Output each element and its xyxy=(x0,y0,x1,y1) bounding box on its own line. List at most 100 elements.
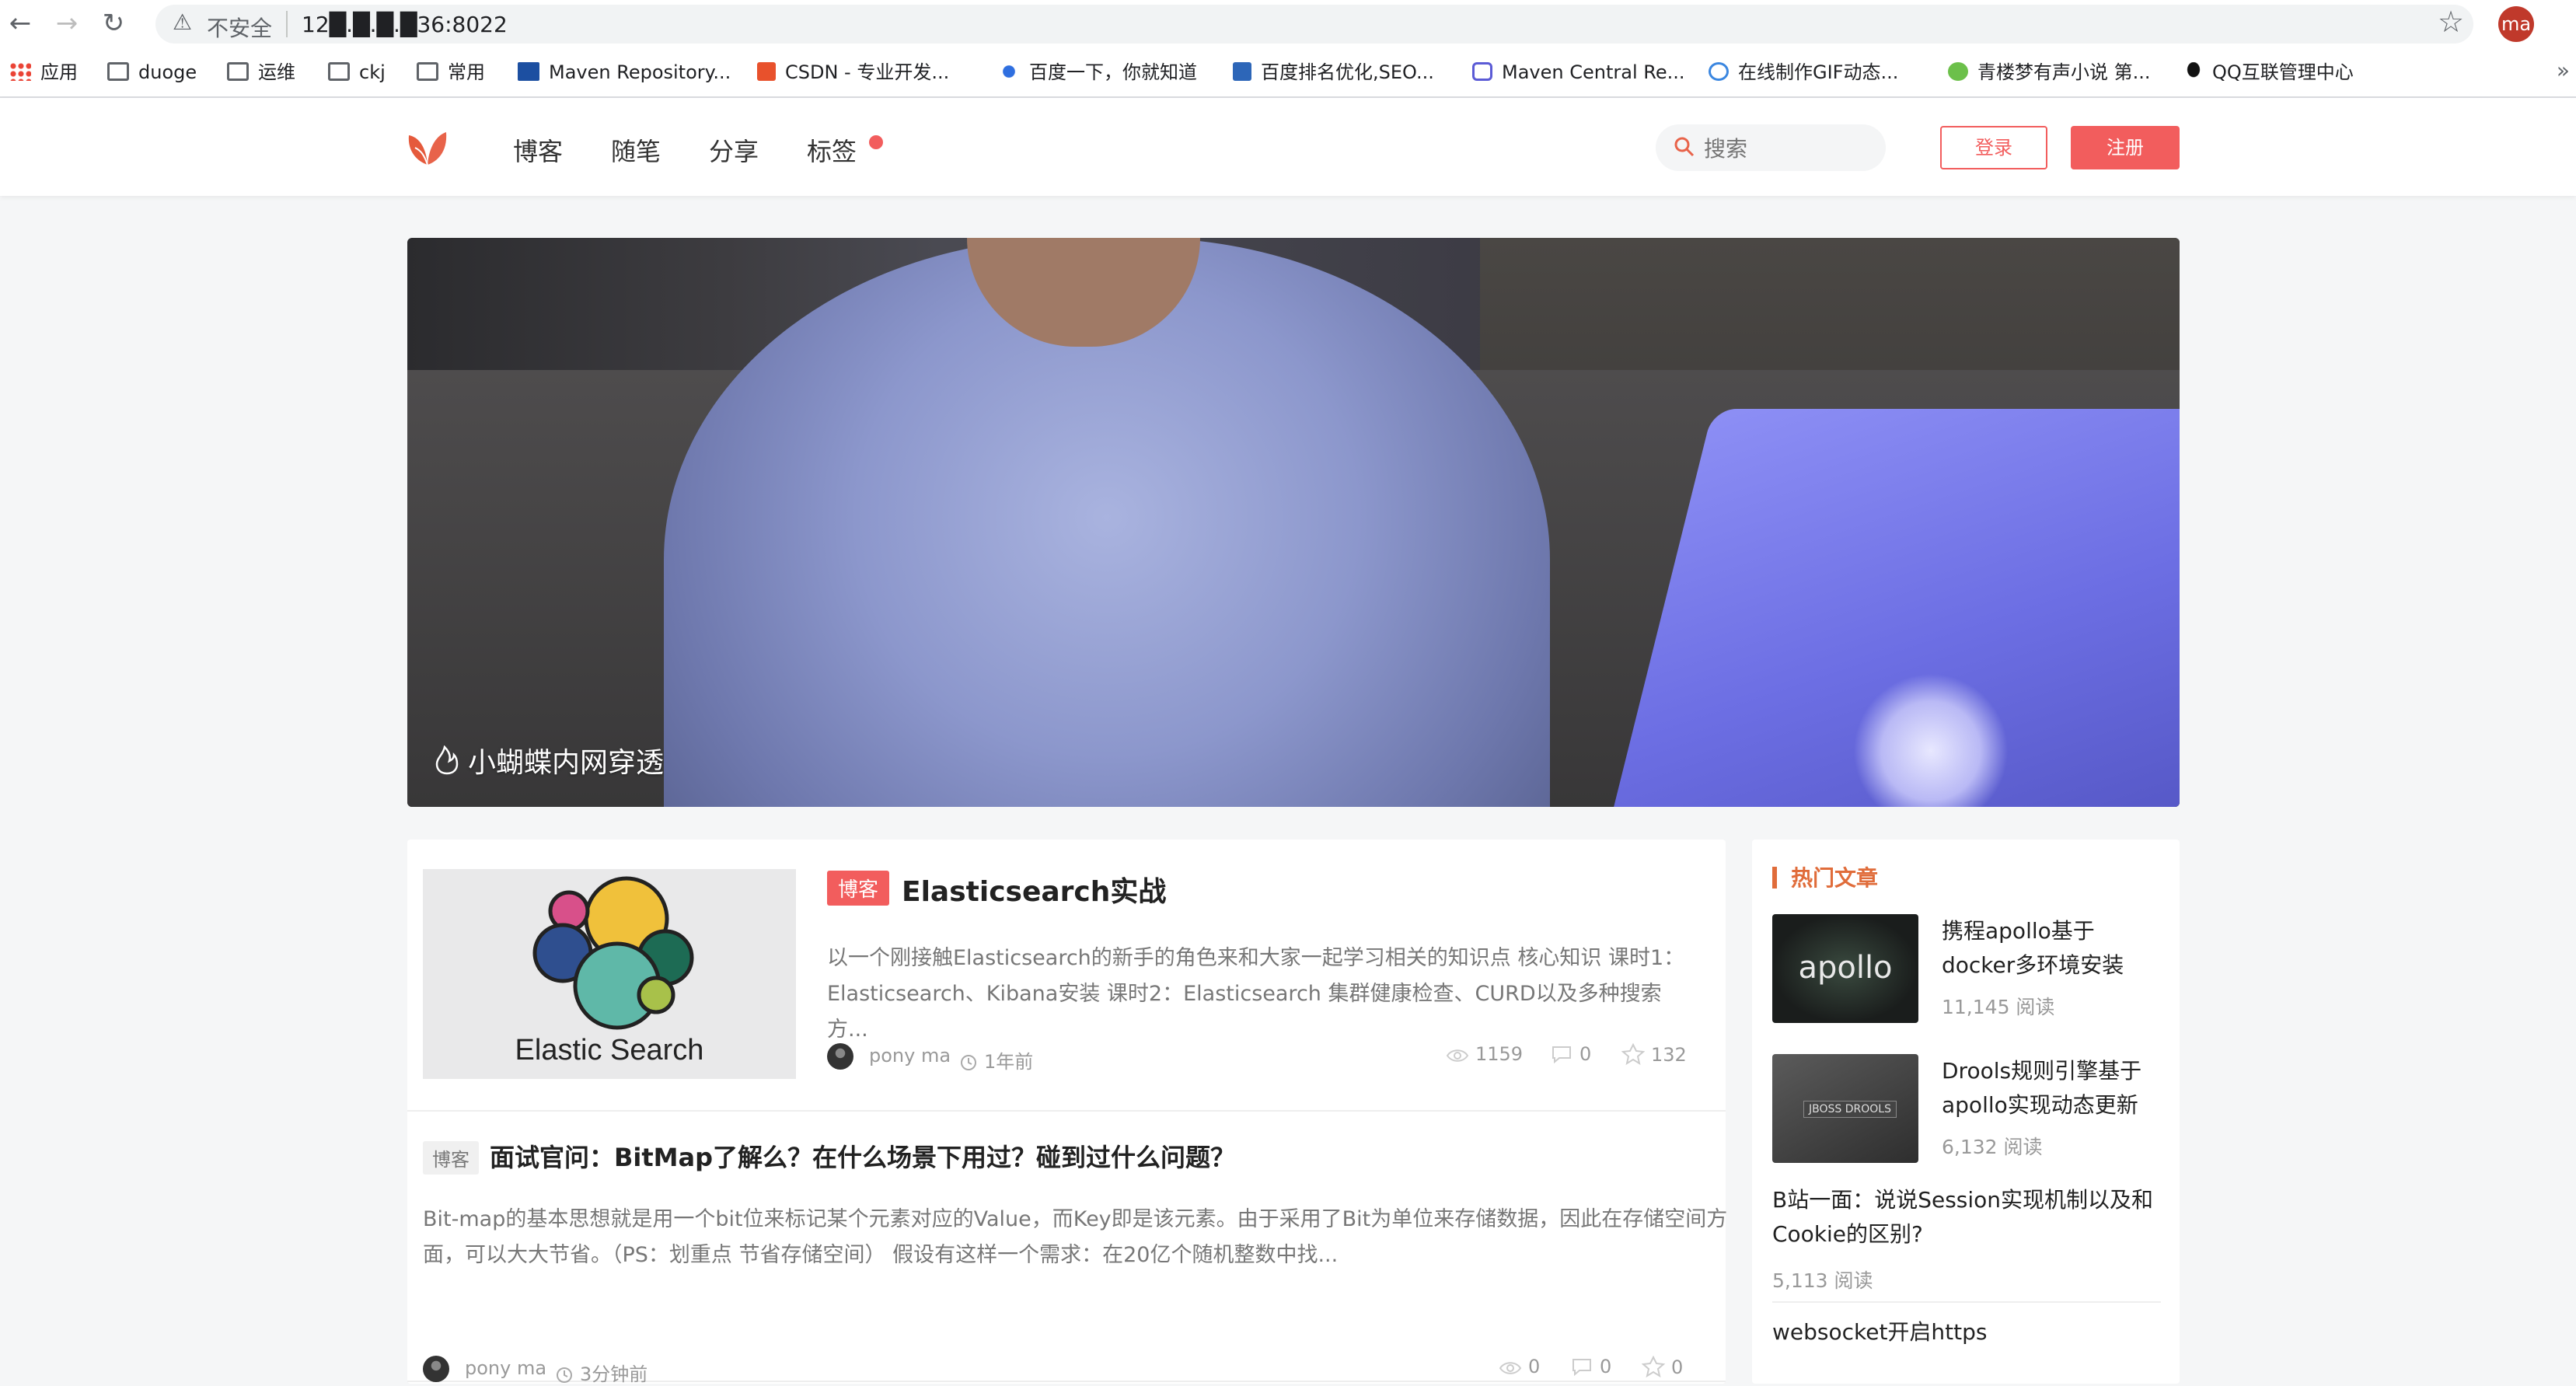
thumbnail-caption: apollo xyxy=(1798,950,1893,986)
clock-icon xyxy=(557,1367,572,1383)
hot-article-reads: 5,113 阅读 xyxy=(1772,1269,1873,1292)
reload-icon[interactable]: ↻ xyxy=(98,8,129,39)
bookmark-folder-ckj[interactable]: ckj xyxy=(328,59,386,86)
butterfly-logo-icon[interactable] xyxy=(404,124,451,171)
bookmark-qq-connect[interactable]: QQ互联管理中心 xyxy=(2184,59,2354,86)
article-list: Elastic Search 博客 Elasticsearch实战 以一个刚接触… xyxy=(407,840,1728,1385)
nav-blog[interactable]: 博客 xyxy=(513,132,563,168)
author-name: pony ma xyxy=(465,1357,547,1379)
comment-count[interactable]: 0 xyxy=(1570,1356,1611,1377)
folder-icon xyxy=(227,62,249,81)
article-title[interactable]: 面试官问：BitMap了解么？在什么场景下用过？碰到过什么问题？ xyxy=(490,1138,1235,1174)
search-icon xyxy=(1674,137,1695,157)
view-count-text: 1159 xyxy=(1475,1043,1524,1065)
hero-caption[interactable]: 小蝴蝶内网穿透 xyxy=(434,740,664,780)
hot-article-item[interactable]: apollo 携程apollo基于docker多环境安装 11,145 阅读 xyxy=(1772,914,2153,1025)
list-item[interactable]: Elastic Search 博客 Elasticsearch实战 以一个刚接触… xyxy=(407,840,1726,1112)
like-count[interactable]: 0 xyxy=(1642,1356,1683,1378)
comment-count-text: 0 xyxy=(1579,1043,1592,1065)
article-time: 3分钟前 xyxy=(555,1359,647,1386)
bookmark-label: CSDN - 专业开发... xyxy=(785,61,950,83)
nav-tags[interactable]: 标签 xyxy=(807,132,857,168)
hot-article-title[interactable]: 携程apollo基于docker多环境安装 xyxy=(1942,914,2159,983)
bookmark-label: 百度排名优化,SEO... xyxy=(1261,61,1434,83)
search-box[interactable] xyxy=(1656,124,1886,171)
bookmark-maven-central[interactable]: Maven Central Re... xyxy=(1472,59,1685,86)
view-count: 0 xyxy=(1499,1356,1540,1377)
hot-article-title[interactable]: websocket开启https xyxy=(1772,1315,2161,1349)
address-divider xyxy=(286,11,288,37)
hero-banner[interactable]: 小蝴蝶内网穿透 xyxy=(407,238,2180,807)
bookmark-label: ckj xyxy=(359,61,386,83)
login-button[interactable]: 登录 xyxy=(1940,126,2047,169)
hot-articles-panel: 热门文章 apollo 携程apollo基于docker多环境安装 11,145… xyxy=(1752,840,2180,1384)
back-arrow-icon[interactable]: ← xyxy=(5,8,36,39)
article-author[interactable]: pony ma xyxy=(827,1043,951,1070)
site-header: 博客 随笔 分享 标签 登录 注册 xyxy=(0,98,2576,196)
divider xyxy=(1772,1301,2161,1303)
bookmark-label: 百度一下，你就知道 xyxy=(1029,61,1197,83)
fire-icon xyxy=(435,745,459,775)
bookmark-audio-novel[interactable]: 青楼梦有声小说 第... xyxy=(1948,59,2151,86)
list-item[interactable]: 博客 面试官问：BitMap了解么？在什么场景下用过？碰到过什么问题？ Bit-… xyxy=(407,1112,1728,1385)
bookmark-folder-duoge[interactable]: duoge xyxy=(107,59,197,86)
article-author[interactable]: pony ma xyxy=(423,1356,546,1382)
notification-dot xyxy=(869,135,883,149)
article-summary: Bit-map的基本思想就是用一个bit位来标记某个元素对应的Value，而Ke… xyxy=(423,1207,1728,1267)
article-title[interactable]: Elasticsearch实战 xyxy=(902,869,1166,909)
gif-icon xyxy=(1709,62,1729,81)
hot-article-reads: 11,145 阅读 xyxy=(1942,996,2055,1018)
search-input[interactable] xyxy=(1702,132,1876,165)
bookmark-label: duoge xyxy=(138,61,197,83)
bookmark-apps[interactable]: 应用 xyxy=(9,59,78,86)
hot-article-title[interactable]: B站一面：说说Session实现机制以及和Cookie的区别? xyxy=(1772,1183,2161,1252)
bookmark-label: 在线制作GIF动态... xyxy=(1738,61,1899,83)
bookmark-gif-maker[interactable]: 在线制作GIF动态... xyxy=(1709,59,1898,86)
like-count[interactable]: 132 xyxy=(1621,1043,1687,1066)
bookmark-label: 常用 xyxy=(448,61,485,83)
folder-icon xyxy=(107,62,129,81)
browser-toolbar: ← → ↻ ⚠ 不安全 12█.█.█.█36:8022 ☆ ma xyxy=(0,0,2576,48)
bookmark-label: 青楼梦有声小说 第... xyxy=(1977,61,2151,83)
bookmark-csdn[interactable]: CSDN - 专业开发... xyxy=(757,59,949,86)
article-thumbnail[interactable]: Elastic Search xyxy=(423,869,796,1079)
apps-grid-icon xyxy=(9,62,31,81)
profile-avatar[interactable]: ma xyxy=(2498,6,2534,42)
eye-icon xyxy=(1499,1362,1522,1374)
category-badge[interactable]: 博客 xyxy=(827,871,890,906)
time-text: 3分钟前 xyxy=(580,1363,648,1385)
leaf-icon xyxy=(1948,62,1968,81)
hot-article-thumbnail[interactable]: apollo xyxy=(1772,914,1918,1023)
bookmark-folder-ops[interactable]: 运维 xyxy=(227,59,295,86)
hot-article-title[interactable]: Drools规则引擎基于apollo实现动态更新 xyxy=(1942,1054,2159,1122)
hot-article-thumbnail[interactable]: JBOSS DROOLS xyxy=(1772,1054,1918,1163)
csdn-icon xyxy=(757,62,776,81)
bookmark-maven-repository[interactable]: Maven Repository... xyxy=(518,59,731,86)
insecure-label: 不安全 xyxy=(207,16,273,41)
bookmark-baidu[interactable]: 百度一下，你就知道 xyxy=(998,59,1197,86)
address-bar[interactable]: ⚠ 不安全 12█.█.█.█36:8022 xyxy=(155,5,2473,44)
bookmark-label: Maven Repository... xyxy=(549,61,731,83)
nav-share[interactable]: 分享 xyxy=(709,132,759,168)
bookmark-folder-common[interactable]: 常用 xyxy=(417,59,485,86)
url-text[interactable]: 12█.█.█.█36:8022 xyxy=(302,12,508,37)
category-badge[interactable]: 博客 xyxy=(423,1141,479,1175)
bookmark-star-icon[interactable]: ☆ xyxy=(2438,5,2464,39)
bookmarks-overflow-icon[interactable]: » xyxy=(2557,58,2570,83)
article-time: 1年前 xyxy=(959,1046,1033,1074)
nav-essays[interactable]: 随笔 xyxy=(611,132,661,168)
folder-icon xyxy=(417,62,438,81)
seo-icon xyxy=(1233,62,1251,81)
bookmark-label: 运维 xyxy=(258,61,295,83)
hot-articles-title: 热门文章 xyxy=(1772,861,1878,892)
bookmarks-bar: 应用 duoge 运维 ckj 常用 Maven Repository... C… xyxy=(0,48,2576,98)
comment-count[interactable]: 0 xyxy=(1550,1043,1591,1065)
forward-arrow-icon[interactable]: → xyxy=(51,8,82,39)
bookmark-seo[interactable]: 百度排名优化,SEO... xyxy=(1233,59,1434,86)
like-count-text: 0 xyxy=(1671,1356,1684,1378)
time-text: 1年前 xyxy=(984,1051,1034,1073)
register-button[interactable]: 注册 xyxy=(2071,126,2180,169)
hexagon-icon xyxy=(1472,62,1492,81)
baidu-icon xyxy=(998,62,1020,81)
hot-article-item[interactable]: JBOSS DROOLS Drools规则引擎基于apollo实现动态更新 6,… xyxy=(1772,1054,2153,1164)
